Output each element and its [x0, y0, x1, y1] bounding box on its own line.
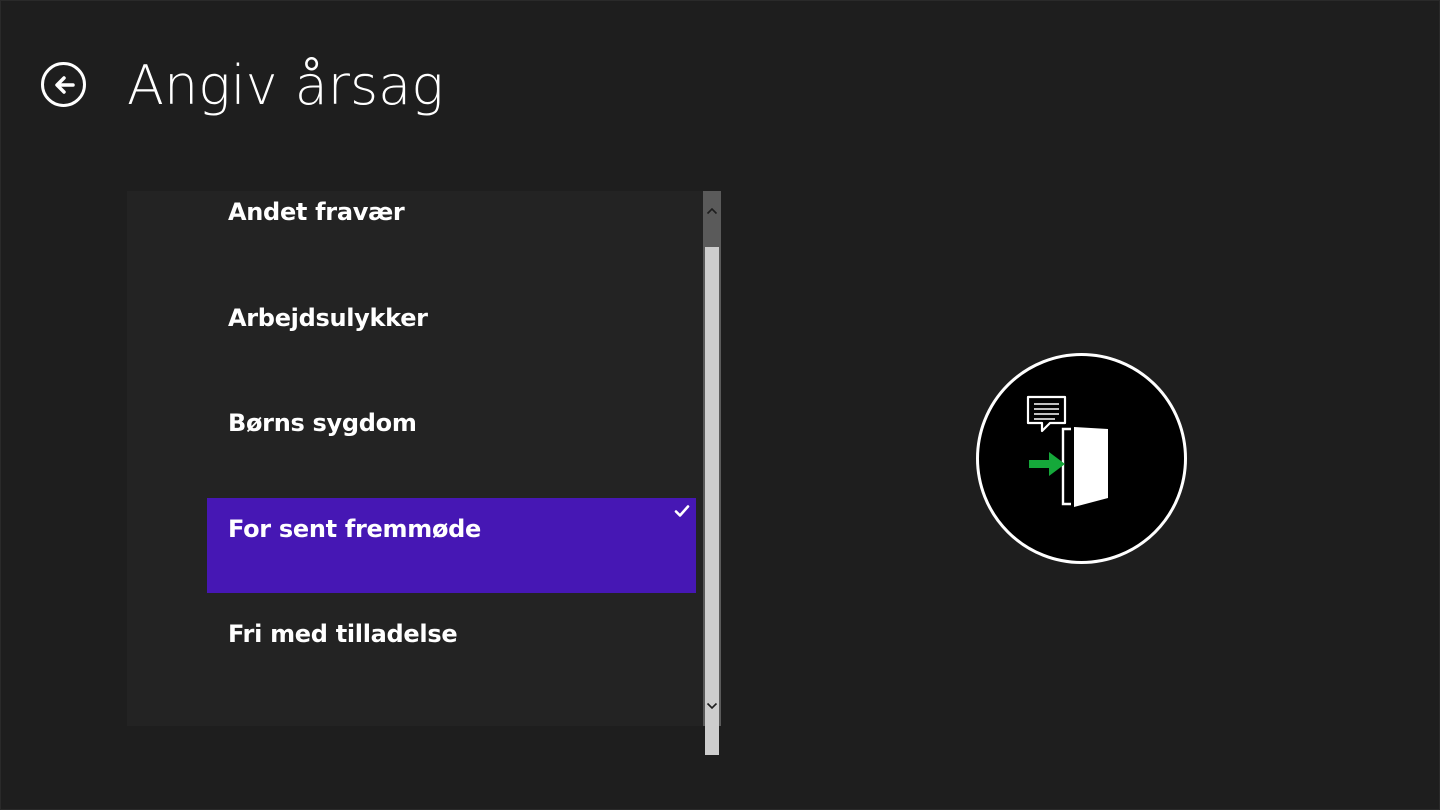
list-scrollbar[interactable] — [703, 191, 721, 755]
list-item-label: Børns sygdom — [228, 409, 417, 437]
list-item-label: Arbejdsulykker — [228, 304, 428, 332]
chevron-up-icon — [706, 207, 718, 215]
list-item-label: Fri med tilladelse — [228, 620, 458, 648]
checkmark-icon — [674, 505, 690, 517]
check-in-illustration — [976, 353, 1187, 564]
scrollbar-thumb[interactable] — [705, 247, 719, 755]
reason-list: Andet fravær Arbejdsulykker Børns sygdom… — [127, 191, 721, 726]
app-window: Angiv årsag Andet fravær Arbejdsulykker … — [0, 0, 1440, 810]
chevron-down-icon — [706, 702, 718, 710]
list-item-fri-med-tilladelse[interactable]: Fri med tilladelse — [207, 600, 696, 695]
list-item-arbejdsulykker[interactable]: Arbejdsulykker — [207, 284, 696, 379]
scroll-up-button[interactable] — [703, 199, 721, 223]
enter-door-icon — [1026, 395, 1108, 507]
arrow-right-icon — [1029, 452, 1065, 476]
list-item-label: Andet fravær — [228, 198, 405, 226]
list-item-andet-fravaer[interactable]: Andet fravær — [207, 191, 696, 273]
page-title: Angiv årsag — [127, 54, 444, 117]
list-item-borns-sygdom[interactable]: Børns sygdom — [207, 389, 696, 484]
speech-bubble-icon — [1026, 395, 1067, 433]
arrow-left-icon — [54, 75, 75, 94]
list-item-for-sent-fremmode[interactable]: For sent fremmøde — [207, 498, 696, 593]
scroll-down-button[interactable] — [703, 694, 721, 718]
list-item-label: For sent fremmøde — [228, 515, 481, 543]
back-button[interactable] — [41, 62, 86, 107]
